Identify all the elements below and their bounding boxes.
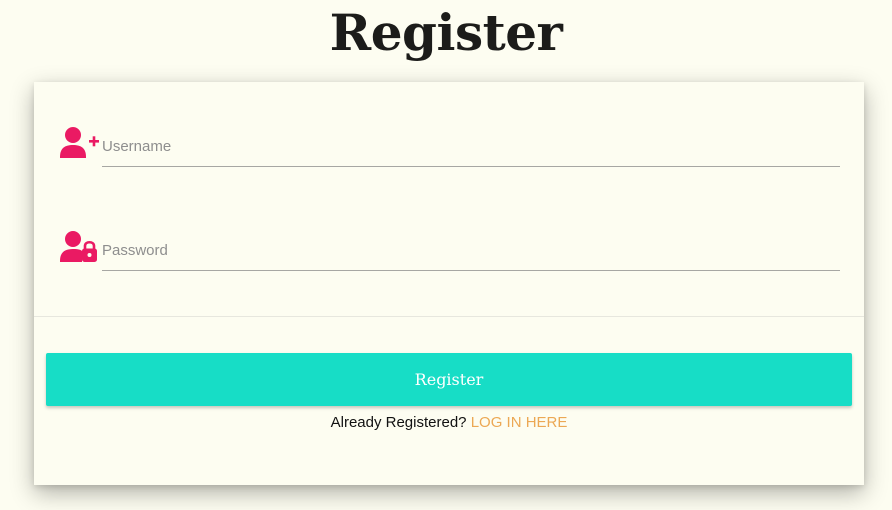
username-input[interactable] [102, 126, 840, 167]
password-field-group [60, 230, 840, 278]
login-prompt: Already Registered? LOG IN HERE [34, 414, 864, 432]
username-field-group [60, 126, 840, 174]
user-lock-icon [60, 230, 102, 266]
register-card: Register Already Registered? LOG IN HERE [34, 82, 864, 485]
login-link[interactable]: LOG IN HERE [471, 414, 568, 431]
page-title: Register [329, 3, 563, 62]
user-plus-icon [60, 126, 102, 162]
already-registered-text: Already Registered? [330, 414, 467, 431]
form-divider [34, 316, 864, 317]
password-input[interactable] [102, 230, 840, 271]
register-button[interactable]: Register [46, 353, 852, 406]
